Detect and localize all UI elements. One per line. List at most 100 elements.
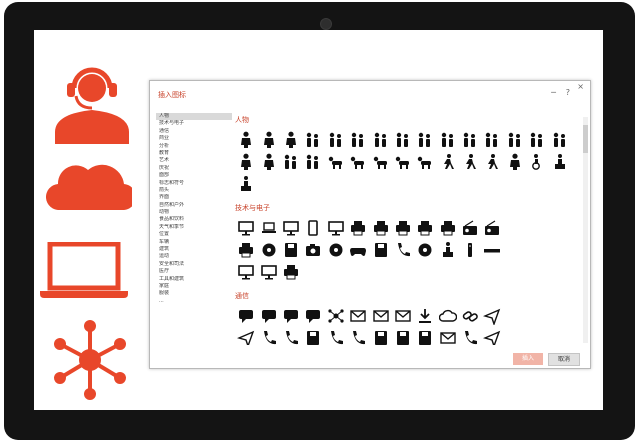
category-item[interactable]: 食品和饮料 bbox=[156, 216, 232, 223]
family-icon[interactable] bbox=[504, 129, 526, 151]
cable-icon[interactable] bbox=[369, 239, 391, 261]
remote-icon[interactable] bbox=[459, 239, 481, 261]
child-icon[interactable] bbox=[235, 151, 257, 173]
phone-icon[interactable] bbox=[257, 327, 279, 345]
phone-call-icon[interactable] bbox=[459, 327, 481, 345]
mailbox-icon[interactable] bbox=[437, 327, 459, 345]
family-icon[interactable] bbox=[414, 129, 436, 151]
usb-icon[interactable] bbox=[302, 327, 324, 345]
category-item[interactable]: 自然和户外 bbox=[156, 202, 232, 209]
speaker-icon[interactable] bbox=[548, 151, 570, 173]
monitor-stand-icon[interactable] bbox=[235, 261, 257, 283]
category-item[interactable]: 运动 bbox=[156, 253, 232, 260]
headphones-icon[interactable] bbox=[392, 239, 414, 261]
insert-button[interactable]: 插入 bbox=[513, 353, 543, 365]
family-icon[interactable] bbox=[481, 129, 503, 151]
elderly-icon[interactable] bbox=[257, 151, 279, 173]
category-item[interactable]: 工具和建筑 bbox=[156, 276, 232, 283]
tv-icon[interactable] bbox=[325, 217, 347, 239]
category-item[interactable]: 人物 bbox=[156, 113, 232, 121]
wifi-router-icon[interactable] bbox=[459, 217, 481, 239]
network-icon[interactable] bbox=[325, 305, 347, 327]
category-item[interactable]: 通信 bbox=[156, 128, 232, 135]
desktop-icon[interactable] bbox=[235, 217, 257, 239]
category-item[interactable]: 庆祝 bbox=[156, 165, 232, 172]
minimize-button[interactable]: ─ bbox=[551, 89, 556, 97]
send-icon[interactable] bbox=[481, 327, 503, 345]
share-arrow-icon[interactable] bbox=[235, 327, 257, 345]
help-button[interactable]: ? bbox=[566, 89, 570, 97]
satellite-icon[interactable] bbox=[369, 327, 391, 345]
gallery-scrollbar[interactable] bbox=[583, 117, 588, 343]
category-item[interactable]: 车辆 bbox=[156, 239, 232, 246]
cash-register-icon[interactable] bbox=[235, 239, 257, 261]
keyboard-icon[interactable] bbox=[481, 239, 503, 261]
teacher-board-icon[interactable] bbox=[235, 173, 257, 195]
couple-icon[interactable] bbox=[392, 129, 414, 151]
speech-bubble-icon[interactable] bbox=[235, 305, 257, 327]
mail-open-icon[interactable] bbox=[392, 305, 414, 327]
laptop-icon[interactable] bbox=[257, 217, 279, 239]
receipt-icon[interactable] bbox=[392, 327, 414, 345]
mail-open-icon[interactable] bbox=[369, 305, 391, 327]
webcam-icon[interactable] bbox=[325, 239, 347, 261]
category-item[interactable]: 建筑 bbox=[156, 246, 232, 253]
category-item[interactable]: 教育 bbox=[156, 150, 232, 157]
baby-icon[interactable] bbox=[325, 151, 347, 173]
category-item[interactable]: 服装 bbox=[156, 290, 232, 297]
category-item[interactable]: 家庭 bbox=[156, 283, 232, 290]
category-item[interactable]: ... bbox=[156, 298, 232, 305]
scanner-icon[interactable] bbox=[437, 217, 459, 239]
wheelchair-icon[interactable] bbox=[526, 151, 548, 173]
category-item[interactable]: 箭头 bbox=[156, 187, 232, 194]
category-item[interactable]: 商业 bbox=[156, 135, 232, 142]
family-icon[interactable] bbox=[302, 151, 324, 173]
disc-icon[interactable] bbox=[257, 239, 279, 261]
microphone-icon[interactable] bbox=[325, 327, 347, 345]
chain-link-icon[interactable] bbox=[459, 305, 481, 327]
speech-bubble-icon[interactable] bbox=[280, 305, 302, 327]
category-item[interactable]: 位置 bbox=[156, 231, 232, 238]
family-icon[interactable] bbox=[369, 129, 391, 151]
projector-icon[interactable] bbox=[414, 217, 436, 239]
printer-icon[interactable] bbox=[392, 217, 414, 239]
couple-icon[interactable] bbox=[459, 129, 481, 151]
projector-icon[interactable] bbox=[280, 261, 302, 283]
camera-icon[interactable] bbox=[302, 239, 324, 261]
family-icon[interactable] bbox=[437, 129, 459, 151]
paper-plane-icon[interactable] bbox=[481, 305, 503, 327]
speakers-icon[interactable] bbox=[437, 239, 459, 261]
person-bust-icon[interactable] bbox=[280, 129, 302, 151]
scrollbar-thumb[interactable] bbox=[583, 125, 588, 153]
conversation-icon[interactable] bbox=[257, 305, 279, 327]
category-item[interactable]: 技术与电子 bbox=[156, 120, 232, 127]
gamepad-icon[interactable] bbox=[347, 239, 369, 261]
printer-icon[interactable] bbox=[347, 217, 369, 239]
crawling-icon[interactable] bbox=[414, 151, 436, 173]
walking-icon[interactable] bbox=[437, 151, 459, 173]
person-icon[interactable] bbox=[257, 129, 279, 151]
category-item[interactable]: 界面 bbox=[156, 194, 232, 201]
meeting-icon[interactable] bbox=[347, 129, 369, 151]
running-icon[interactable] bbox=[481, 151, 503, 173]
fax-icon[interactable] bbox=[369, 217, 391, 239]
category-item[interactable]: 安全和司法 bbox=[156, 261, 232, 268]
thought-bubble-icon[interactable] bbox=[302, 305, 324, 327]
group-3-icon[interactable] bbox=[302, 129, 324, 151]
dog-walker-icon[interactable] bbox=[392, 151, 414, 173]
megaphone-icon[interactable] bbox=[347, 327, 369, 345]
kneeling-icon[interactable] bbox=[369, 151, 391, 173]
category-item[interactable]: 标志和符号 bbox=[156, 180, 232, 187]
category-item[interactable]: 分析 bbox=[156, 143, 232, 150]
elderly-walker-icon[interactable] bbox=[504, 151, 526, 173]
close-button[interactable]: × bbox=[577, 82, 584, 91]
group-3-icon[interactable] bbox=[325, 129, 347, 151]
tablet-icon[interactable] bbox=[302, 217, 324, 239]
record-icon[interactable] bbox=[414, 239, 436, 261]
floppy-icon[interactable] bbox=[280, 239, 302, 261]
family-icon[interactable] bbox=[280, 151, 302, 173]
download-icon[interactable] bbox=[414, 305, 436, 327]
family-2-icon[interactable] bbox=[548, 129, 570, 151]
radio-icon[interactable] bbox=[481, 217, 503, 239]
category-item[interactable]: 艺术 bbox=[156, 157, 232, 164]
